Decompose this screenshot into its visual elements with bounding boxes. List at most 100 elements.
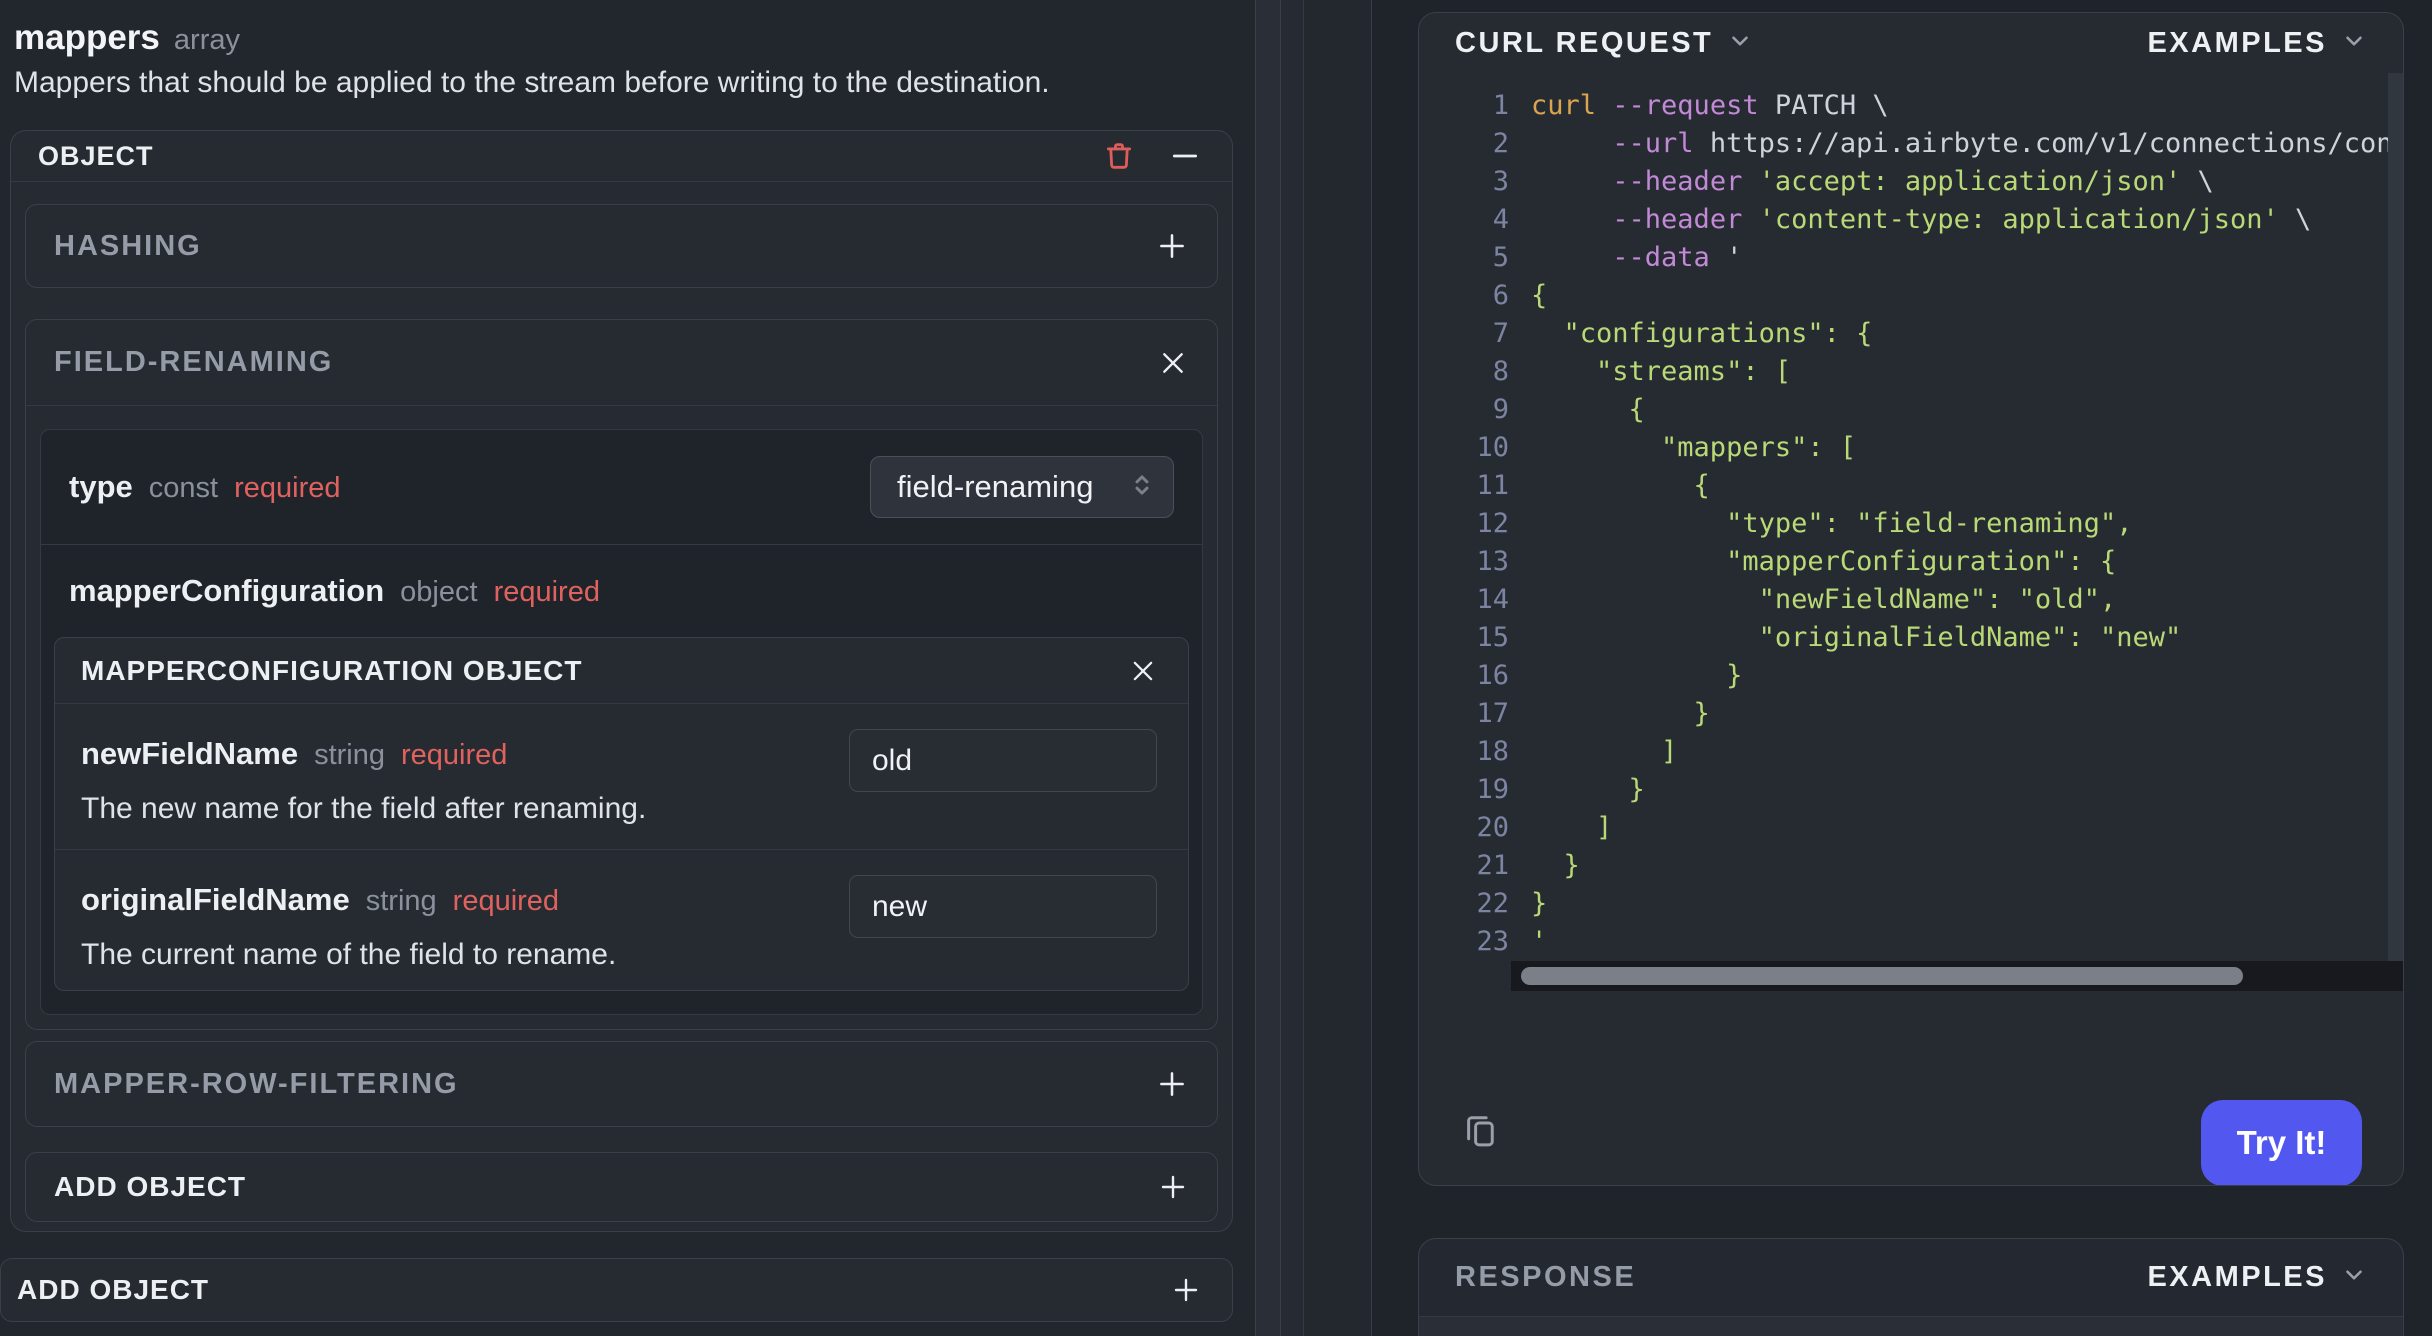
code-line: 1 curl --request PATCH \ <box>1492 90 1889 121</box>
type-property-kind: const <box>148 472 219 504</box>
type-property-row: type const required field-renaming <box>41 430 1202 545</box>
collapse-object-button[interactable] <box>1168 139 1202 173</box>
code-horizontal-scrollbar <box>1511 961 2403 991</box>
page-title: mappers array <box>14 18 240 58</box>
original-field-name-description: The current name of the field to rename. <box>81 938 617 971</box>
field-renaming-card: FIELD-RENAMING type const required field… <box>25 319 1218 1030</box>
response-panel-header: RESPONSE EXAMPLES <box>1419 1239 2403 1317</box>
plus-icon[interactable] <box>1155 229 1189 263</box>
new-field-name-label: newFieldName <box>81 736 299 771</box>
new-field-name-input[interactable] <box>849 729 1157 792</box>
code-line: 11 { <box>1476 470 1710 501</box>
code-line: 6{ <box>1492 280 1548 311</box>
curl-panel-footer: Try It! <box>1419 991 2403 1185</box>
property-title: mappers <box>14 18 160 57</box>
new-field-name-description: The new name for the field after renamin… <box>81 792 647 825</box>
hashing-label: HASHING <box>54 229 202 262</box>
code-line: 21 } <box>1476 850 1580 881</box>
code-lines: 1 curl --request PATCH \ 2 --url https://a… <box>1419 87 2403 961</box>
response-body-preview <box>1419 1317 2403 1336</box>
chevron-down-icon <box>2341 1262 2367 1293</box>
curl-panel-header: CURL REQUEST EXAMPLES <box>1419 13 2403 73</box>
examples-dropdown[interactable]: EXAMPLES <box>2147 27 2367 60</box>
code-line: 16 } <box>1476 660 1743 691</box>
examples-label: EXAMPLES <box>2147 26 2327 59</box>
left-scrollbar-track[interactable] <box>1255 0 1281 1336</box>
mapper-configuration-row: mapperConfiguration object required <box>41 545 1202 637</box>
add-object-outer-label: ADD OBJECT <box>17 1274 210 1305</box>
mapper-configuration-card-title: MAPPERCONFIGURATION OBJECT <box>81 654 583 686</box>
copy-icon <box>1459 1109 1501 1151</box>
mapper-row-filtering-section[interactable]: MAPPER-ROW-FILTERING <box>25 1041 1218 1127</box>
response-panel: RESPONSE EXAMPLES <box>1418 1238 2404 1336</box>
code-line: 17 } <box>1476 698 1710 729</box>
scrollbar-thumb[interactable] <box>1521 967 2243 985</box>
mapper-configuration-card-header: MAPPERCONFIGURATION OBJECT <box>55 638 1188 704</box>
code-line: 4 --header 'content-type: application/js… <box>1492 204 2312 235</box>
add-object-button[interactable]: ADD OBJECT <box>25 1152 1218 1222</box>
response-title: RESPONSE <box>1455 1261 1637 1293</box>
new-field-name-section: newFieldName string required The new nam… <box>55 704 1188 849</box>
delete-object-button[interactable] <box>1102 139 1136 173</box>
minus-icon <box>1168 139 1202 173</box>
add-object-outer-button[interactable]: ADD OBJECT <box>0 1258 1233 1322</box>
code-line: 2 --url https://api.airbyte.com/v1/conne… <box>1492 128 2403 159</box>
response-examples-dropdown[interactable]: EXAMPLES <box>2147 1261 2367 1294</box>
original-field-name-section: originalFieldName string required The cu… <box>55 849 1188 990</box>
add-object-label: ADD OBJECT <box>54 1171 247 1202</box>
copy-button[interactable] <box>1459 1109 1501 1151</box>
curl-request-title: CURL REQUEST <box>1455 26 1714 59</box>
property-type: array <box>173 24 240 56</box>
plus-icon[interactable] <box>1155 1067 1189 1101</box>
code-line: 19 } <box>1476 774 1645 805</box>
code-line: 18 ] <box>1476 736 1678 767</box>
type-property-name: type <box>69 469 133 504</box>
mapper-configuration-card: MAPPERCONFIGURATION OBJECT newFieldName … <box>54 637 1189 991</box>
unfold-icon <box>1127 470 1157 505</box>
code-line: 10 "mappers": [ <box>1476 432 1857 463</box>
object-card-header: OBJECT <box>11 131 1232 182</box>
chevron-down-icon <box>1727 28 1753 59</box>
mapper-configuration-name: mapperConfiguration <box>69 573 385 608</box>
original-field-name-input[interactable] <box>849 875 1157 938</box>
try-it-button[interactable]: Try It! <box>2201 1100 2362 1185</box>
code-line: 23 ' <box>1476 926 1548 957</box>
code-line: 8 "streams": [ <box>1492 356 1792 387</box>
code-line: 12 "type": "field-renaming", <box>1476 508 2133 539</box>
hashing-section[interactable]: HASHING <box>25 204 1218 288</box>
code-line: 3 --header 'accept: application/json' \ <box>1492 166 2214 197</box>
type-property-required: required <box>234 472 341 504</box>
code-vertical-scrollbar[interactable] <box>2388 73 2403 961</box>
curl-code-block: 1 curl --request PATCH \ 2 --url https://a… <box>1419 73 2403 961</box>
type-select[interactable]: field-renaming <box>870 456 1174 518</box>
curl-request-dropdown[interactable]: CURL REQUEST <box>1455 27 1753 60</box>
right-column: CURL REQUEST EXAMPLES 1 curl --request PA… <box>1372 0 2432 1336</box>
code-line: 22} <box>1476 888 1548 919</box>
chevron-down-icon <box>2341 28 2367 59</box>
column-gutter <box>1304 0 1372 1336</box>
curl-request-panel: CURL REQUEST EXAMPLES 1 curl --request PA… <box>1418 12 2404 1186</box>
field-renaming-header[interactable]: FIELD-RENAMING <box>26 320 1217 406</box>
column-divider <box>1281 0 1304 1336</box>
code-line: 5 --data ' <box>1492 242 1743 273</box>
code-line: 14 "newFieldName": "old", <box>1476 584 2117 615</box>
type-select-value: field-renaming <box>897 469 1094 504</box>
code-line: 15 "originalFieldName": "new" <box>1476 622 2182 653</box>
trash-icon <box>1102 139 1136 173</box>
code-line: 13 "mapperConfiguration": { <box>1476 546 2117 577</box>
field-renaming-body: type const required field-renaming mappe… <box>40 429 1203 1015</box>
response-examples-label: EXAMPLES <box>2147 1261 2327 1293</box>
close-icon[interactable] <box>1128 656 1158 686</box>
code-line: 9 { <box>1492 394 1645 425</box>
close-icon[interactable] <box>1157 347 1189 379</box>
mapper-configuration-kind: object <box>400 576 478 608</box>
property-description: Mappers that should be applied to the st… <box>14 66 1050 99</box>
mapper-row-filtering-label: MAPPER-ROW-FILTERING <box>54 1067 459 1100</box>
code-line: 7 "configurations": { <box>1492 318 1873 349</box>
plus-icon[interactable] <box>1170 1274 1202 1306</box>
object-card: OBJECT HASHING FIELD-RENAMING type const… <box>10 130 1233 1232</box>
plus-icon[interactable] <box>1157 1171 1189 1203</box>
code-line: 20 ] <box>1476 812 1613 843</box>
response-title-wrap: RESPONSE <box>1455 1261 1636 1294</box>
field-renaming-label: FIELD-RENAMING <box>54 346 334 378</box>
